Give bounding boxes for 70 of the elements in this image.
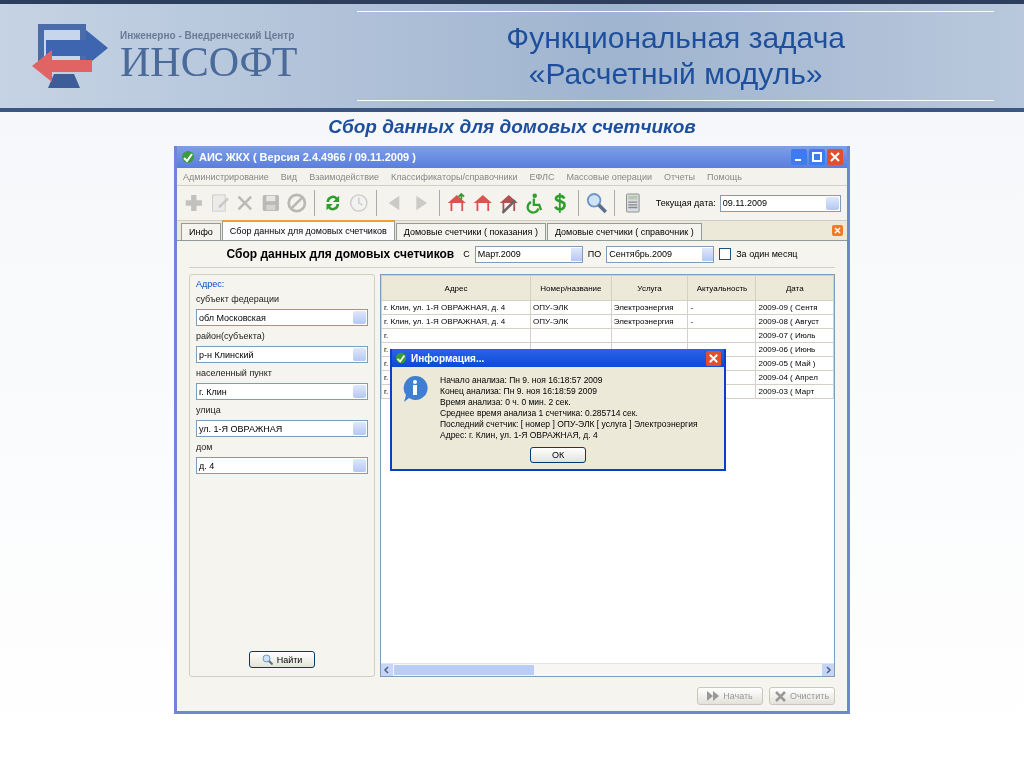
current-date-label: Текущая дата: <box>655 198 716 208</box>
address-dropdown[interactable]: д. 4 <box>196 457 368 474</box>
table-cell: 2009-07 ( Июль <box>755 328 834 343</box>
table-cell: 2009-05 ( Май ) <box>755 356 834 371</box>
fast-forward-icon <box>707 691 720 701</box>
column-header[interactable]: Номер/название <box>530 275 612 301</box>
tab[interactable]: Инфо <box>181 223 221 240</box>
form-heading: Сбор данных для домовых счетчиков <box>226 247 455 261</box>
table-cell: 2009-04 ( Апрел <box>755 370 834 385</box>
slide-subtitle: Сбор данных для домовых счетчиков <box>328 116 696 138</box>
table-cell: 2009-09 ( Сентя <box>755 300 834 315</box>
window-title: АИС ЖКХ ( Версия 2.4.4966 / 09.11.2009 ) <box>199 151 417 163</box>
checkbox-label: За один месяц <box>736 249 798 259</box>
address-dropdown[interactable]: р-н Клинский <box>196 346 368 363</box>
column-header[interactable]: Дата <box>755 275 834 301</box>
table-cell: г. <box>381 328 531 343</box>
maximize-button[interactable] <box>809 149 825 165</box>
field-label: дом <box>196 442 214 452</box>
address-dropdown[interactable]: г. Клин <box>196 383 368 400</box>
from-label: С <box>463 249 470 259</box>
table-cell: - <box>687 300 756 315</box>
table-cell: 2009-08 ( Август <box>755 314 834 329</box>
tab[interactable]: Сбор данных для домовых счетчиков <box>221 220 395 240</box>
find-button[interactable]: Найти <box>249 651 315 668</box>
table-cell: г. Клин, ул. 1-Я ОВРАЖНАЯ, д. 4 <box>381 300 531 315</box>
table-cell: г. Клин, ул. 1-Я ОВРАЖНАЯ, д. 4 <box>381 314 531 329</box>
from-month-spinner[interactable]: Март.2009 <box>474 245 583 263</box>
search-icon <box>261 654 273 665</box>
field-label: населенный пункт <box>196 368 273 378</box>
to-month-spinner[interactable]: Сентябрь.2009 <box>606 245 715 263</box>
table-cell: - <box>687 314 756 329</box>
delete-icon <box>774 690 786 702</box>
dialog-message: Время анализа: 0 ч. 0 мин. 2 сек. <box>440 397 572 407</box>
slide-title: «Расчетный модуль» <box>528 56 823 92</box>
column-header[interactable]: Адрес <box>381 275 531 301</box>
column-header[interactable]: Услуга <box>611 275 688 301</box>
horizontal-scrollbar[interactable] <box>381 663 834 676</box>
close-button[interactable] <box>827 149 843 165</box>
close-button[interactable] <box>706 350 721 366</box>
group-legend: Адрес: <box>196 279 368 289</box>
company-name: ИНСОФТ <box>120 40 298 83</box>
close-tab-icon[interactable] <box>832 225 843 236</box>
column-header[interactable]: Актуальность <box>687 275 756 301</box>
table-cell: 2009-03 ( Март <box>755 384 834 399</box>
table-cell: ОПУ-ЭЛК <box>530 314 612 329</box>
date-dropdown[interactable]: 09.11.2009 <box>719 194 841 212</box>
search-icon[interactable] <box>585 191 608 215</box>
table-cell: Электроэнергия <box>611 300 688 315</box>
dialog-message: Среднее время анализа 1 счетчика: 0.285714 сек. <box>440 408 639 418</box>
tab[interactable]: Домовые счетчики ( показания ) <box>395 223 546 240</box>
table-cell: 2009-06 ( Июнь <box>755 342 834 357</box>
field-label: улица <box>196 405 222 415</box>
minimize-button[interactable] <box>791 149 807 165</box>
info-icon <box>402 375 428 403</box>
field-label: субъект федерации <box>196 294 280 304</box>
checkbox[interactable] <box>719 248 732 260</box>
tab[interactable]: Домовые счетчики ( справочник ) <box>546 223 702 240</box>
app-icon <box>181 150 195 164</box>
address-dropdown[interactable]: ул. 1-Я ОВРАЖНАЯ <box>196 420 368 437</box>
company-caption: Инженерно - Внедренческий Центр <box>120 29 296 41</box>
dialog-message: Адрес: г. Клин, ул. 1-Я ОВРАЖНАЯ, д. 4 <box>440 430 599 440</box>
table-cell: ОПУ-ЭЛК <box>530 300 612 315</box>
dialog-message: Последний счетчик: [ номер ] ОПУ-ЭЛК [ услуга ] Электроэнергия <box>440 419 698 429</box>
field-label: район(субъекта) <box>196 331 266 341</box>
ok-button[interactable]: ОК <box>530 447 586 463</box>
to-label: ПО <box>587 249 602 259</box>
address-dropdown[interactable]: обл Московская <box>196 309 368 326</box>
slide-title: Функциональная задача <box>506 20 845 56</box>
app-icon <box>395 352 407 364</box>
table-cell: Электроэнергия <box>611 314 688 329</box>
